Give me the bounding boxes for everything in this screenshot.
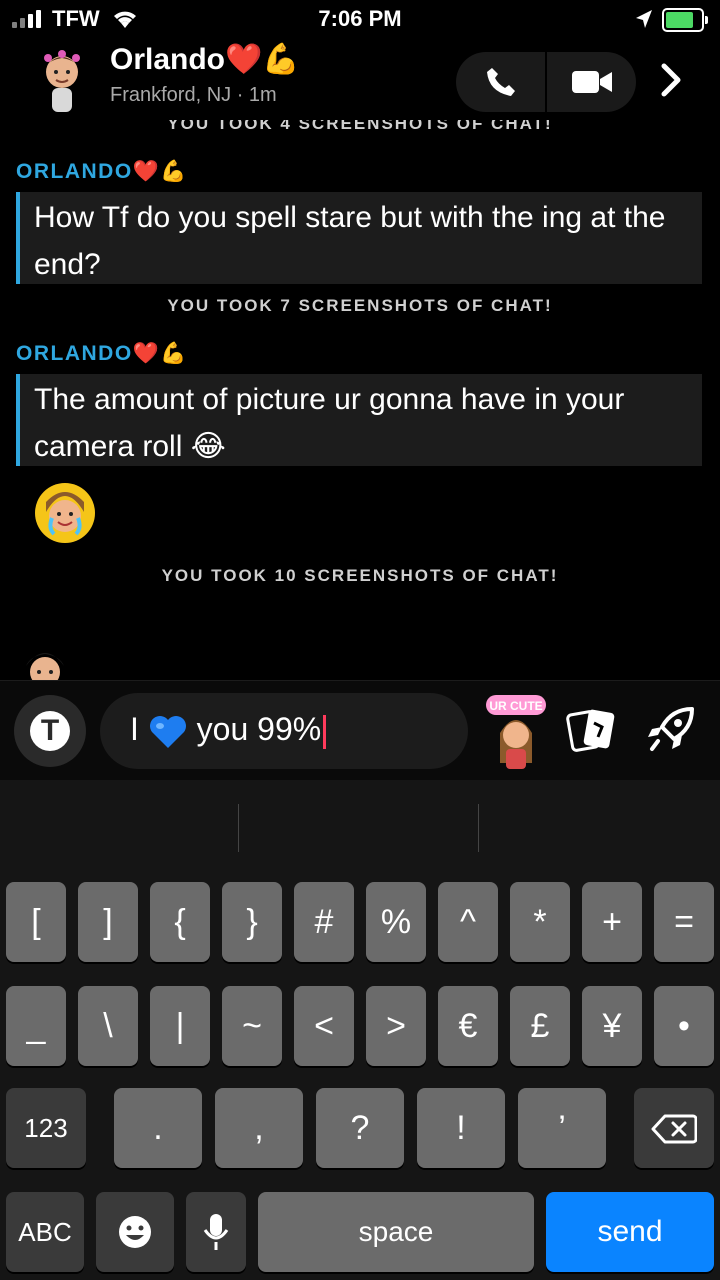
text-format-button[interactable]: T [14, 695, 86, 767]
symbol-key-row1-4[interactable]: # [294, 882, 354, 962]
symbol-key-row1-3[interactable]: } [222, 882, 282, 962]
symbol-key-row2-0[interactable]: _ [6, 986, 66, 1066]
punctuation-key-4[interactable]: ’ [518, 1088, 606, 1168]
battery-icon [662, 8, 708, 32]
microphone-icon [203, 1214, 229, 1250]
symbol-key-row1-1[interactable]: ] [78, 882, 138, 962]
symbol-key-row1-8[interactable]: + [582, 882, 642, 962]
emoji-icon [119, 1216, 151, 1248]
call-controls [456, 52, 636, 112]
input-text-end: you 99% [196, 711, 322, 747]
sticker-text: UR CUTE [489, 699, 542, 713]
symbol-key-row1-7[interactable]: * [510, 882, 570, 962]
symbol-key-row1-6[interactable]: ^ [438, 882, 498, 962]
text-caret [323, 714, 327, 749]
punctuation-key-3[interactable]: ! [417, 1088, 505, 1168]
friend-bitmoji-peek [18, 642, 72, 680]
symbol-key-row1-0[interactable]: [ [6, 882, 66, 962]
text-t-icon: T [30, 711, 70, 751]
chat-area[interactable]: YOU TOOK 4 SCREENSHOTS OF CHAT! ORLANDO❤… [0, 120, 720, 680]
backspace-icon [651, 1114, 698, 1144]
keyboard: []{} #% ^ * + = _ \ | ~ < > € £ ¥ • 123 .,?!’ ABC spac… [0, 780, 720, 1280]
screenshot-notice: YOU TOOK 7 SCREENSHOTS OF CHAT! [167, 296, 553, 315]
symbol-key-row1-2[interactable]: { [150, 882, 210, 962]
symbol-key-row2-7[interactable]: £ [510, 986, 570, 1066]
symbol-key-row1-9[interactable]: = [654, 882, 714, 962]
bitmoji-sticker-button[interactable]: UR CUTE [482, 693, 550, 769]
symbol-key-row2-6[interactable]: € [438, 986, 498, 1066]
backspace-key[interactable] [634, 1088, 714, 1168]
message-sender: ORLANDO❤️💪 [16, 342, 188, 365]
message-input-text: I you 99% [130, 711, 327, 750]
symbol-key-row2-9[interactable]: • [654, 986, 714, 1066]
location-arrow-icon [634, 8, 654, 35]
blue-heart-icon [149, 715, 186, 748]
symbol-key-row2-8[interactable]: ¥ [582, 986, 642, 1066]
numbers-mode-key[interactable]: 123 [6, 1088, 86, 1168]
emoji-keyboard-key[interactable] [96, 1192, 174, 1272]
symbol-key-row1-5[interactable]: % [366, 882, 426, 962]
punctuation-key-0[interactable]: . [114, 1088, 202, 1168]
input-text-start: I [130, 711, 139, 747]
symbol-key-row2-3[interactable]: ~ [222, 986, 282, 1066]
cards-icon[interactable] [566, 707, 618, 758]
screenshot-notice: YOU TOOK 10 SCREENSHOTS OF CHAT! [161, 566, 559, 585]
message-input[interactable]: I you 99% [100, 693, 468, 769]
symbol-key-row2-5[interactable]: > [366, 986, 426, 1066]
video-camera-icon [571, 71, 612, 93]
suggestion-divider [238, 804, 239, 852]
composer-bar: T I you 99% UR CUTE [0, 680, 720, 781]
contact-location: Frankford, NJ · 1m [110, 84, 277, 106]
punctuation-key-1[interactable]: , [215, 1088, 303, 1168]
dictation-key[interactable] [186, 1192, 246, 1272]
screenshot-notice: YOU TOOK 4 SCREENSHOTS OF CHAT! [167, 120, 553, 133]
chevron-right-icon[interactable] [660, 62, 682, 103]
space-key[interactable]: space [258, 1192, 534, 1272]
message-sender: ORLANDO❤️💪 [16, 160, 188, 183]
phone-icon [486, 68, 515, 96]
bitmoji-reaction-avatar [34, 482, 96, 544]
symbol-key-row2-1[interactable]: \ [78, 986, 138, 1066]
contact-name[interactable]: Orlando❤️💪 [110, 42, 300, 77]
chat-header: Orlando❤️💪 Frankford, NJ · 1m [0, 40, 720, 120]
video-call-button[interactable] [547, 52, 636, 112]
rocket-icon[interactable] [646, 705, 696, 760]
symbol-key-row2-2[interactable]: | [150, 986, 210, 1066]
symbol-key-row2-4[interactable]: < [294, 986, 354, 1066]
voice-call-button[interactable] [456, 52, 545, 112]
message-bubble[interactable]: The amount of picture ur gonna have in y… [16, 374, 702, 466]
bitmoji-avatar[interactable] [34, 50, 90, 114]
status-bar: TFW 7:06 PM [0, 0, 720, 40]
send-key[interactable]: send [546, 1192, 714, 1272]
abc-mode-key[interactable]: ABC [6, 1192, 84, 1272]
message-bubble[interactable]: How Tf do you spell stare but with the i… [16, 192, 702, 284]
suggestion-divider [478, 804, 479, 852]
clock: 7:06 PM [318, 6, 402, 31]
punctuation-key-2[interactable]: ? [316, 1088, 404, 1168]
